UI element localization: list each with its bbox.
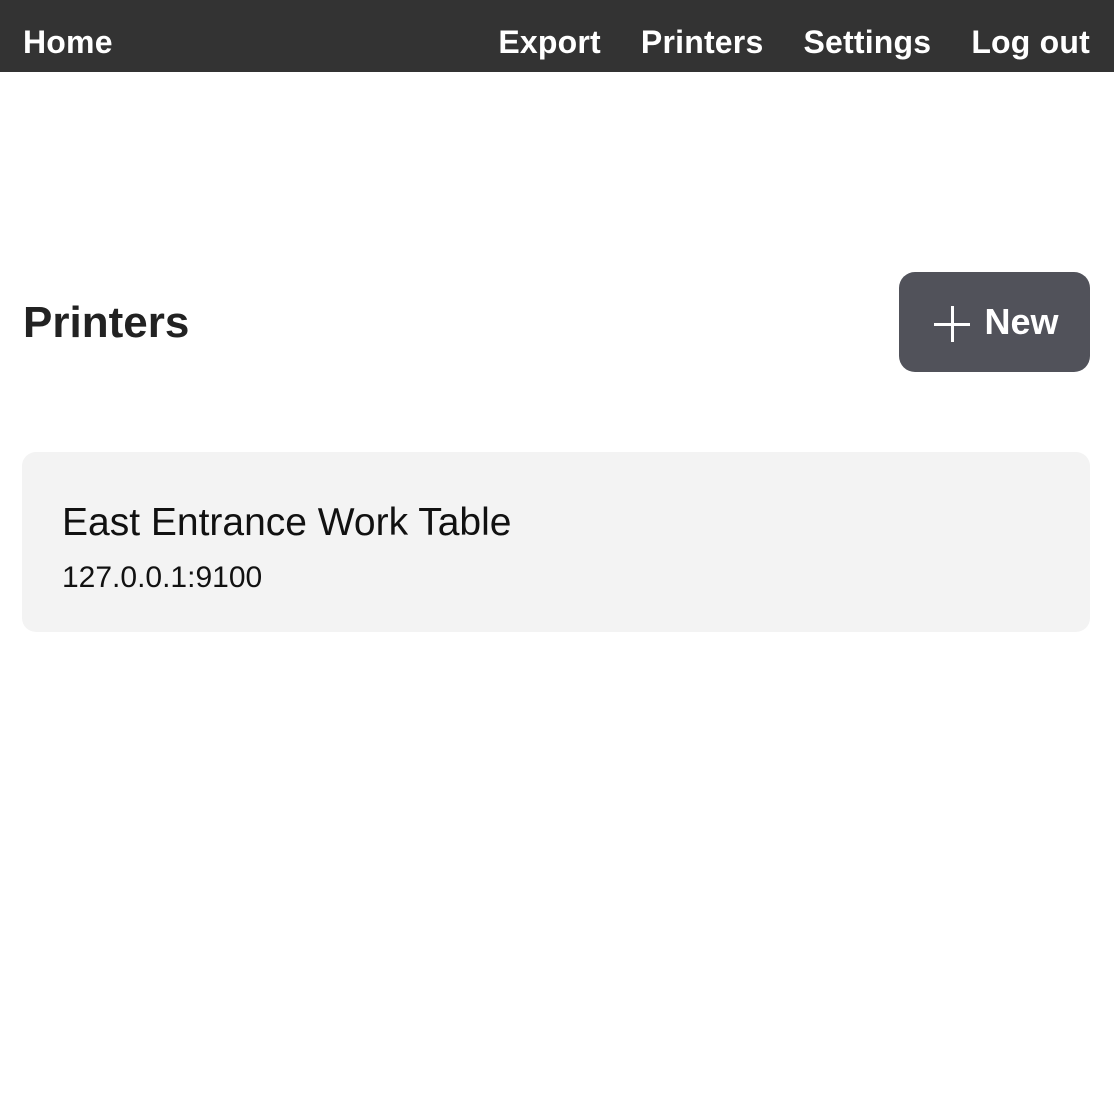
nav-settings-link[interactable]: Settings (803, 22, 931, 62)
printer-address: 127.0.0.1:9100 (62, 561, 263, 594)
page-title: Printers (23, 298, 190, 347)
nav-right-group: Export Printers Settings Log out (498, 22, 1090, 62)
top-nav-bar: Home Export Printers Settings Log out (0, 0, 1114, 72)
printer-list-item[interactable]: East Entrance Work Table 127.0.0.1:9100 (22, 452, 1090, 632)
new-button-label: New (984, 301, 1059, 342)
nav-export-link[interactable]: Export (498, 22, 601, 62)
printer-name: East Entrance Work Table (62, 501, 512, 544)
nav-printers-link[interactable]: Printers (641, 22, 764, 62)
new-printer-button[interactable]: New (899, 272, 1090, 372)
nav-logout-link[interactable]: Log out (971, 22, 1090, 62)
nav-home-link[interactable]: Home (23, 22, 113, 62)
plus-icon (934, 306, 971, 342)
